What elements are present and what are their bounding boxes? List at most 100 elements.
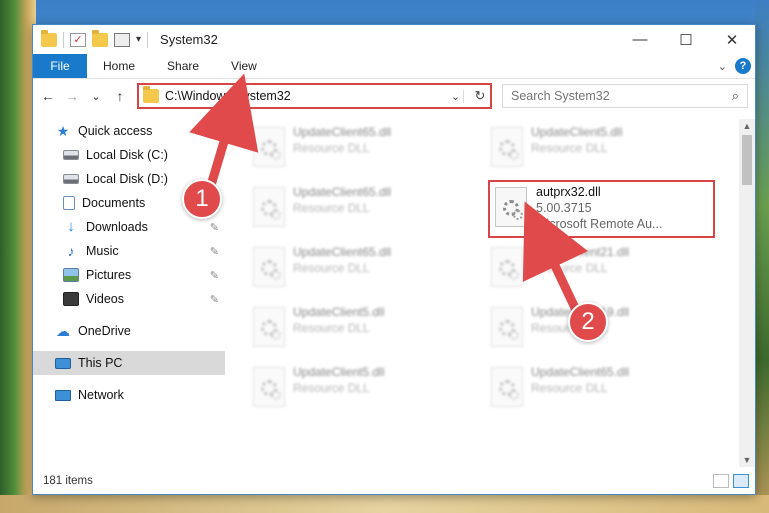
maximize-button[interactable]: ☐ — [663, 25, 709, 54]
scroll-up-arrow-icon[interactable]: ▲ — [739, 119, 755, 133]
refresh-button[interactable]: ↻ — [470, 88, 490, 104]
disk-icon — [63, 174, 79, 184]
sidebar-item-onedrive[interactable]: ☁ OneDrive — [33, 319, 225, 343]
file-type: Resource DLL — [293, 321, 370, 335]
pictures-icon — [63, 268, 79, 282]
dll-file-icon — [253, 367, 285, 407]
pin-icon[interactable]: ✎ — [210, 269, 219, 282]
details-view-icon[interactable] — [713, 474, 729, 488]
file-type: Resource DLL — [293, 201, 370, 215]
chevron-down-icon[interactable]: ⌄ — [718, 60, 727, 73]
step-one-badge: 1 — [182, 179, 222, 219]
customize-toolbar-chevron-icon[interactable]: ▾ — [136, 34, 141, 45]
pin-icon[interactable]: ✎ — [210, 293, 219, 306]
recent-locations-button[interactable]: ⌄ — [87, 87, 105, 105]
scrollbar-thumb[interactable] — [742, 135, 752, 185]
sidebar-item-label: Downloads — [86, 220, 148, 234]
file-item[interactable]: UpdateClient65.dll Resource DLL — [485, 361, 723, 421]
sidebar-item-downloads[interactable]: ↓ Downloads ✎ — [33, 215, 225, 239]
view-options-icon[interactable] — [114, 32, 130, 47]
file-explorer-window: ✓ ▾ System32 — ☐ ✕ File Home Share View … — [32, 24, 756, 495]
tab-view[interactable]: View — [215, 54, 273, 78]
navigation-pane: ★ Quick access Local Disk (C:) Local Dis… — [33, 119, 225, 467]
close-button[interactable]: ✕ — [709, 25, 755, 54]
status-bar: 181 items — [33, 468, 755, 494]
file-item[interactable]: UpdateClient65.dll Resource DLL — [247, 241, 485, 301]
folder-icon — [143, 86, 159, 103]
desktop-background-bottom — [0, 495, 769, 513]
back-button[interactable]: ← — [39, 87, 57, 105]
file-list: UpdateClient65.dll Resource DLL UpdateCli… — [227, 119, 743, 467]
dll-file-icon — [253, 127, 285, 167]
sidebar-item-videos[interactable]: Videos ✎ — [33, 287, 225, 311]
file-name: UpdateClient65.dll — [531, 365, 630, 379]
network-icon — [55, 389, 71, 401]
sidebar-item-pictures[interactable]: Pictures ✎ — [33, 263, 225, 287]
address-dropdown-button[interactable]: ⌄ — [448, 89, 464, 103]
dll-file-icon — [253, 187, 285, 227]
file-item[interactable]: UpdateClient65.dll Resource DLL — [247, 181, 485, 241]
sidebar-item-network[interactable]: Network — [33, 383, 225, 407]
highlighted-file-item[interactable]: autprx32.dll 5.00.3715 Microsoft Remote … — [495, 185, 662, 231]
pin-icon[interactable]: ✎ — [210, 245, 219, 258]
forward-button[interactable]: → — [63, 87, 81, 105]
sidebar-item-this-pc[interactable]: This PC — [33, 351, 225, 375]
download-icon: ↓ — [67, 218, 75, 235]
dll-file-icon — [253, 247, 285, 287]
sidebar-item-label: Local Disk (C:) — [86, 148, 168, 162]
search-box[interactable]: ⌕ — [502, 84, 748, 108]
tab-share[interactable]: Share — [151, 54, 215, 78]
file-item[interactable]: UpdateClient5.dll Resource DLL — [485, 121, 723, 181]
sidebar-item-label: OneDrive — [78, 324, 131, 338]
sidebar-item-label: Documents — [82, 196, 146, 210]
file-name: UpdateClient65.dll — [293, 125, 392, 139]
search-icon[interactable]: ⌕ — [732, 88, 739, 104]
ribbon-tabs: File Home Share View ⌄ ? — [33, 54, 755, 79]
sidebar-item-label: This PC — [78, 356, 123, 370]
file-name: UpdateClient65.dll — [293, 245, 392, 259]
scroll-down-arrow-icon[interactable]: ▼ — [739, 453, 755, 467]
vertical-scrollbar[interactable]: ▲ ▼ — [739, 119, 755, 467]
sidebar-item-quick-access[interactable]: ★ Quick access — [33, 119, 225, 143]
tab-file[interactable]: File — [33, 54, 87, 78]
file-type: Resource DLL — [531, 141, 608, 155]
file-type: Resource DLL — [293, 141, 370, 155]
minimize-button[interactable]: — — [617, 25, 663, 54]
search-input[interactable] — [511, 89, 732, 103]
sidebar-item-label: Videos — [86, 292, 124, 306]
file-type: Resource DLL — [293, 261, 370, 275]
sidebar-item-local-disk-c[interactable]: Local Disk (C:) — [33, 143, 225, 167]
address-path[interactable]: C:\Windows\System32 — [165, 89, 442, 103]
address-bar[interactable]: C:\Windows\System32 ⌄ ↻ — [137, 83, 492, 109]
music-icon: ♪ — [67, 243, 75, 259]
file-type: Resource DLL — [293, 381, 370, 395]
file-name: UpdateClient65.dll — [293, 185, 392, 199]
pin-icon[interactable]: ✎ — [210, 221, 219, 234]
file-item[interactable]: UpdateClient5.dll Resource DLL — [247, 361, 485, 421]
file-item[interactable]: UpdateClient65.dll Resource DLL — [247, 121, 485, 181]
sidebar-item-music[interactable]: ♪ Music ✎ — [33, 239, 225, 263]
help-icon[interactable]: ? — [735, 58, 751, 74]
file-item[interactable]: UpdateClient21.dll Resource DLL — [485, 241, 723, 301]
file-name: UpdateClient5.dll — [293, 305, 385, 319]
title-bar: ✓ ▾ System32 — ☐ ✕ — [33, 25, 755, 54]
tab-home[interactable]: Home — [87, 54, 151, 78]
item-count: 181 items — [43, 475, 93, 487]
properties-check-icon[interactable]: ✓ — [70, 32, 86, 47]
new-folder-icon[interactable] — [92, 29, 108, 47]
file-name: UpdateClient5.dll — [531, 125, 623, 139]
step-two-badge: 2 — [568, 302, 608, 342]
file-item[interactable]: UpdateClient5.dll Resource DLL — [247, 301, 485, 361]
up-button[interactable]: ↑ — [111, 87, 129, 105]
video-icon — [63, 292, 79, 306]
sidebar-item-label: Local Disk (D:) — [86, 172, 168, 186]
sidebar-item-label: Network — [78, 388, 124, 402]
computer-icon — [55, 357, 71, 369]
disk-icon — [63, 150, 79, 160]
folder-icon — [41, 29, 57, 47]
file-name: UpdateClient21.dll — [531, 245, 630, 259]
dll-file-icon — [495, 187, 527, 227]
cloud-icon: ☁ — [56, 323, 70, 339]
toolbar-divider — [147, 31, 149, 48]
large-icons-view-icon[interactable] — [733, 474, 749, 488]
